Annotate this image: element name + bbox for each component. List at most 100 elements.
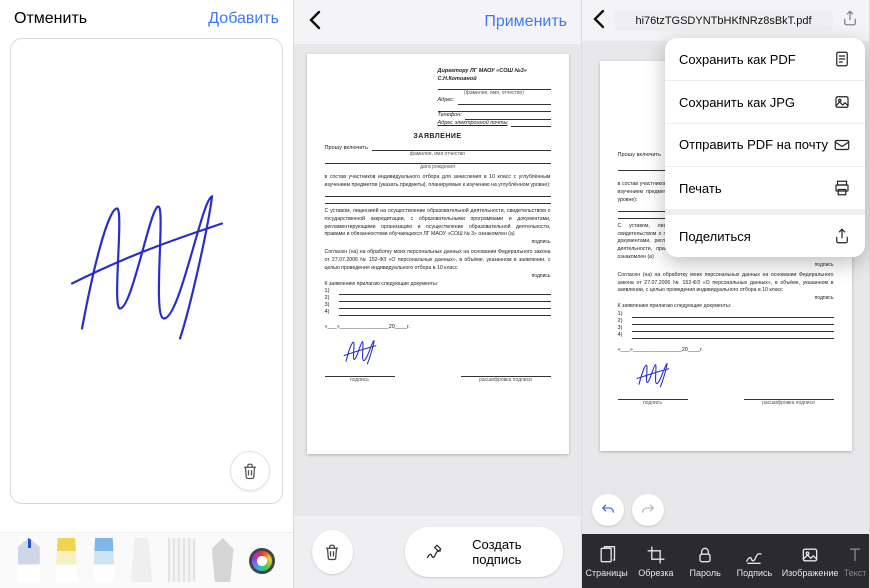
cancel-button[interactable]: Отменить: [14, 10, 87, 28]
signature-canvas[interactable]: [10, 38, 283, 504]
signature-editor-header: Отменить Добавить: [0, 0, 293, 34]
menu-print[interactable]: Печать: [665, 167, 865, 210]
doc-recipient-1: Директору ЛГ МАОУ «СОШ №3»: [438, 68, 551, 76]
tb-sign[interactable]: Подпись: [732, 545, 776, 578]
doc-p2sb: подпись: [618, 262, 834, 268]
apply-button[interactable]: Применить: [484, 13, 567, 31]
doc-para3-sig: подпись: [325, 273, 551, 279]
doc-para2-sig: подпись: [325, 239, 551, 245]
redo-button[interactable]: [632, 494, 664, 526]
undo-icon: [600, 502, 616, 518]
back-button[interactable]: [308, 10, 322, 34]
crop-icon: [646, 545, 666, 565]
doc-email-label: Адрес электронной почты: [438, 120, 508, 128]
tb-sign-label: Подпись: [737, 568, 773, 578]
doc-title: ЗАЯВЛЕНИЕ: [325, 133, 551, 140]
mail-icon: [833, 136, 851, 154]
export-panel: hi76tzTGSDYNTbHKfNRz8sBkT.pdf Сохранить …: [582, 0, 870, 588]
chevron-left-icon: [308, 10, 322, 30]
doc-l1: 1): [325, 288, 330, 295]
tool-pen-blue[interactable]: [18, 538, 40, 582]
tool-highlighter-yellow[interactable]: [55, 538, 77, 582]
share-icon: [833, 227, 851, 245]
add-button[interactable]: Добавить: [208, 10, 279, 28]
delete-page-button[interactable]: [312, 530, 353, 574]
doc-p3b: Согласен (на) на обработку моих персонал…: [618, 272, 834, 295]
menu-print-label: Печать: [679, 181, 722, 196]
dl2b: 2): [618, 318, 623, 325]
create-signature-label: Создать подпись: [451, 537, 543, 567]
image-icon: [833, 93, 851, 111]
file-pdf-icon: [833, 50, 851, 68]
tool-ruler[interactable]: [168, 538, 196, 582]
doc-l3: 3): [325, 302, 330, 309]
tb-image[interactable]: Изображение: [782, 545, 839, 578]
pages-icon: [597, 545, 617, 565]
tb-crop[interactable]: Обрезка: [634, 545, 678, 578]
menu-save-jpg[interactable]: Сохранить как JPG: [665, 81, 865, 124]
document-page[interactable]: Директору ЛГ МАОУ «СОШ №3» С.Н.Котовной …: [307, 54, 569, 454]
sign-icon: [744, 545, 764, 565]
chevron-left-icon: [592, 9, 606, 29]
menu-save-pdf-label: Сохранить как PDF: [679, 52, 796, 67]
doc-l2: 2): [325, 295, 330, 302]
export-header: hi76tzTGSDYNTbHKfNRz8sBkT.pdf: [582, 0, 869, 41]
create-signature-button[interactable]: Создать подпись: [405, 527, 563, 577]
doc-para2: С уставом, лицензией на осуществление об…: [325, 208, 551, 239]
doc-incb: Прошу включить: [618, 152, 661, 158]
tb-text[interactable]: Текст: [844, 545, 867, 578]
doc-dateb: «___»________________20____г.: [618, 347, 834, 353]
pen-sign-icon: [425, 543, 443, 561]
tool-highlighter-blue[interactable]: [93, 538, 115, 582]
tb-pages[interactable]: Страницы: [585, 545, 629, 578]
tool-cutter[interactable]: [212, 538, 234, 582]
tool-color-picker[interactable]: [249, 548, 275, 574]
redo-icon: [640, 502, 656, 518]
doc-fio-label: (фамилия, имя, отчество): [438, 90, 551, 97]
undo-button[interactable]: [592, 494, 624, 526]
share-button[interactable]: [841, 8, 859, 33]
text-icon: [845, 545, 865, 565]
trash-icon: [241, 462, 259, 480]
menu-send-mail-label: Отправить PDF на почту: [679, 137, 828, 153]
print-icon: [833, 179, 851, 197]
doc-srb: расшифровка подписи: [744, 400, 834, 406]
doc-para3: Согласен (на) на обработку моих персонал…: [325, 249, 551, 272]
back-button[interactable]: [592, 9, 606, 33]
trash-icon: [323, 543, 341, 561]
apply-header: Применить: [294, 0, 581, 44]
drawing-tools: [0, 532, 293, 588]
tb-crop-label: Обрезка: [638, 568, 673, 578]
menu-share-label: Поделиться: [679, 229, 751, 244]
doc-dob-sub: дата рождения: [325, 164, 551, 170]
filename-field[interactable]: hi76tzTGSDYNTbHKfNRz8sBkT.pdf: [614, 11, 833, 31]
doc-attach: К заявлению прилагаю следующие документы…: [325, 281, 551, 289]
doc-recipient-2: С.Н.Котовной: [438, 76, 551, 84]
signature-stroke: [62, 189, 232, 354]
doc-tel-label: Телефон:: [438, 112, 462, 120]
dl4b: 4): [618, 332, 623, 339]
tool-eraser[interactable]: [130, 538, 152, 582]
signature-editor-panel: Отменить Добавить: [0, 0, 294, 588]
doc-para1: в состав участников индивидуального отбо…: [325, 174, 551, 190]
apply-footer: Создать подпись: [294, 516, 581, 588]
tb-text-label: Текст: [844, 568, 867, 578]
undo-redo-group: [592, 494, 664, 526]
doc-slb: подпись: [618, 400, 688, 406]
editor-toolbar: Страницы Обрезка Пароль Подпись Изображе…: [582, 534, 869, 588]
doc-l4: 4): [325, 309, 330, 316]
tb-password[interactable]: Пароль: [683, 545, 727, 578]
export-menu: Сохранить как PDF Сохранить как JPG Отпр…: [665, 38, 865, 257]
doc-p3sb: подпись: [618, 295, 834, 301]
clear-signature-button[interactable]: [230, 451, 270, 491]
menu-send-mail[interactable]: Отправить PDF на почту: [665, 124, 865, 167]
menu-save-pdf[interactable]: Сохранить как PDF: [665, 38, 865, 81]
doc-sig-right: расшифровка подписи: [461, 377, 551, 383]
placed-signature[interactable]: [339, 360, 381, 366]
placed-signature: [632, 383, 674, 389]
dl1b: 1): [618, 311, 623, 318]
share-icon: [841, 8, 859, 28]
tb-pages-label: Страницы: [585, 568, 627, 578]
menu-share[interactable]: Поделиться: [665, 215, 865, 257]
doc-addr-label: Адрес:: [438, 97, 455, 105]
